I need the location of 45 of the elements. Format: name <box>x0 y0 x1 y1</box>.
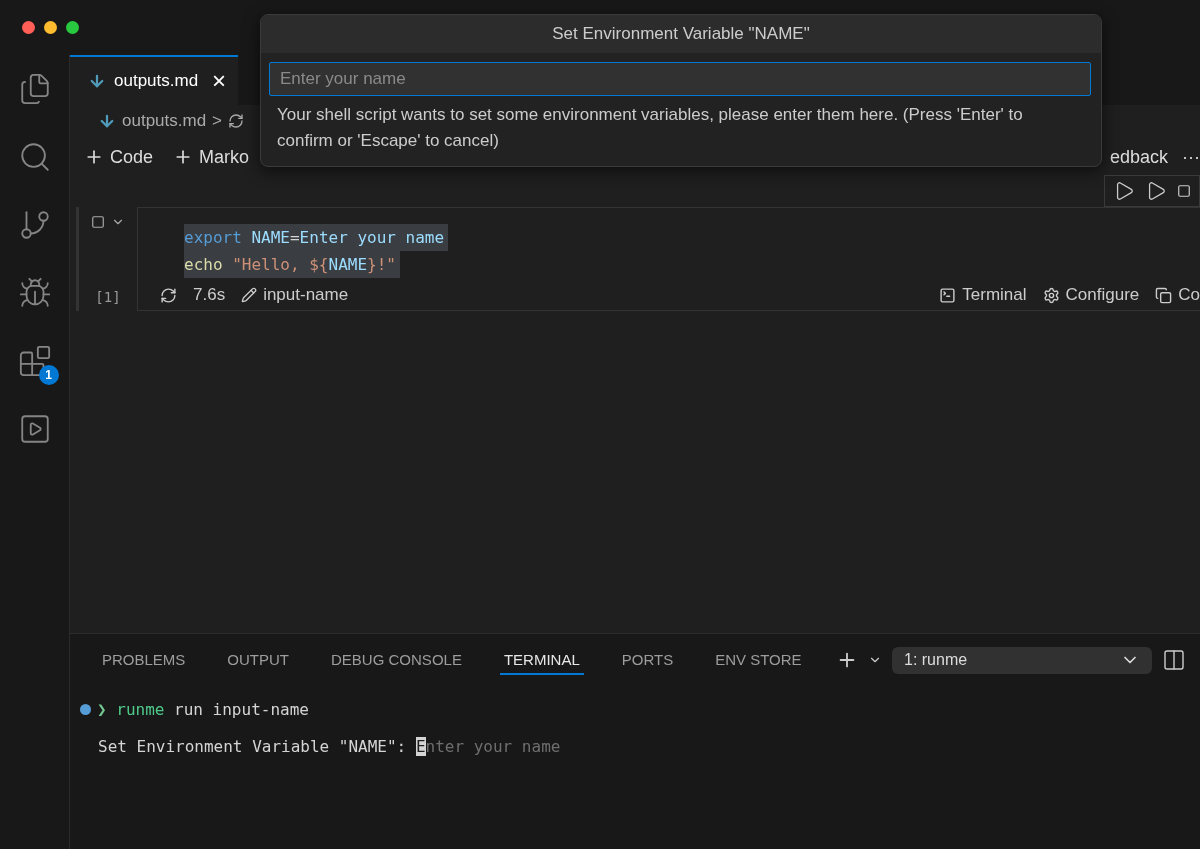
markdown-icon <box>88 72 106 90</box>
terminal-line: ❯ runme run input-name <box>97 700 309 719</box>
panel-tab[interactable]: TERMINAL <box>499 645 584 675</box>
pencil-icon <box>241 287 258 303</box>
close-icon[interactable]: × <box>212 67 227 95</box>
count-badge: 1 <box>38 365 59 385</box>
toolbar-link[interactable]: edback <box>1109 146 1168 168</box>
copy-icon <box>1155 286 1173 304</box>
breadcrumb-separator: > <box>212 111 223 131</box>
refresh-icon <box>228 113 245 129</box>
panel-tab[interactable]: OUTPUT <box>223 645 294 675</box>
more-button[interactable]: ··· <box>1182 146 1200 168</box>
blocks-icon[interactable] <box>17 344 52 378</box>
dialog-title: Set Environment Variable "NAME" <box>261 15 1101 53</box>
cell-action-button[interactable]: Co <box>1155 285 1200 305</box>
split-icon[interactable] <box>1162 648 1186 672</box>
cell-name-link[interactable]: input-name <box>241 285 349 305</box>
status-dot <box>80 704 91 715</box>
terminal-line: Set Environment Variable "NAME": Enter your name <box>97 737 562 756</box>
terminal-icon <box>939 286 957 304</box>
panel-tab[interactable]: ENV STORE <box>711 645 806 675</box>
breadcrumb-item[interactable]: outputs.md <box>122 111 207 131</box>
window-control[interactable] <box>22 21 35 34</box>
cell-action-button[interactable]: Terminal <box>939 285 1027 305</box>
window-control[interactable] <box>44 21 57 34</box>
cell-action-button[interactable]: Configure <box>1042 285 1140 305</box>
terminal-dropdown[interactable]: 1: runme <box>892 646 1152 674</box>
panel-tab[interactable]: DEBUG CONSOLE <box>327 645 466 675</box>
execution-count: [1] <box>95 289 121 305</box>
refresh-icon <box>160 286 177 304</box>
dialog-message: Your shell script wants to set some environment variables, please enter them here. (Press 'Enter' to confirm or 'Escape' to cancel) <box>276 104 1024 152</box>
add-cell-button[interactable]: Marko <box>173 146 250 168</box>
window-control[interactable] <box>66 21 79 34</box>
panel-tab[interactable]: PORTS <box>617 645 678 675</box>
checkbox-icon[interactable] <box>91 215 105 229</box>
markdown-icon <box>98 112 116 130</box>
tab-label: outputs.md <box>114 71 199 91</box>
bug-icon[interactable] <box>17 276 52 310</box>
add-cell-button[interactable]: Code <box>84 146 154 168</box>
input-field[interactable]: Enter your name <box>269 62 1091 96</box>
settings-icon <box>1042 286 1060 304</box>
duration-text: 7.6s <box>193 285 226 305</box>
panel-tab[interactable]: PROBLEMS <box>98 645 190 675</box>
editor-tab[interactable]: outputs.md × <box>70 55 239 105</box>
square-icon[interactable] <box>1177 184 1191 198</box>
